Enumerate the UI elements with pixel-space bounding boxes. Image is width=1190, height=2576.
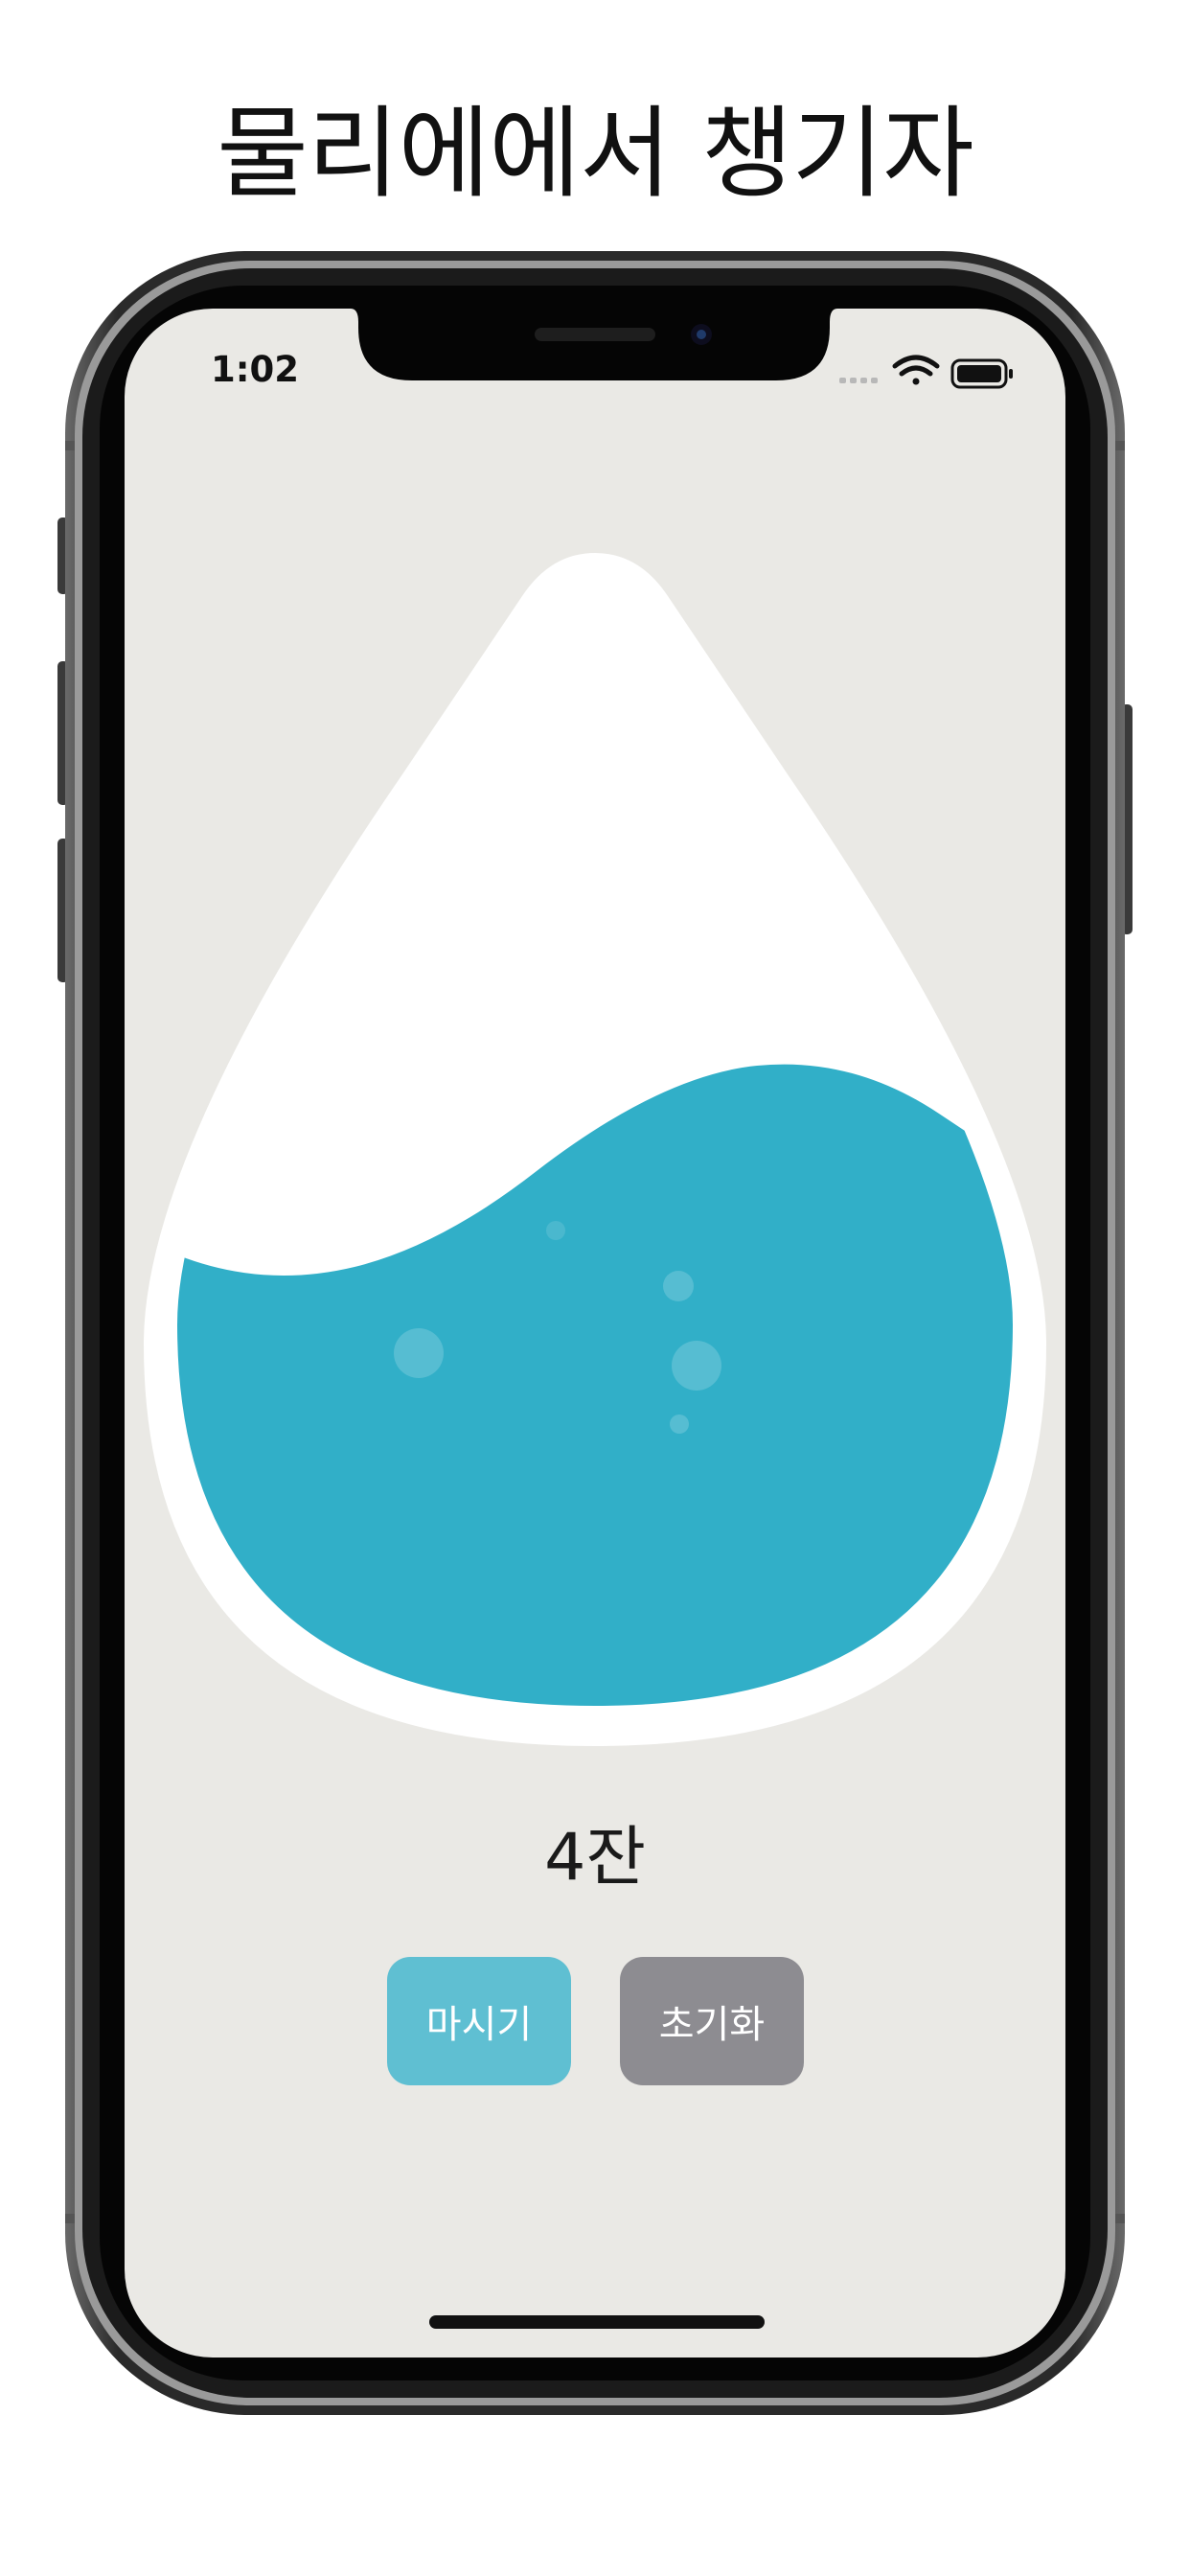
bubble [663, 1271, 694, 1301]
home-indicator[interactable] [429, 2315, 765, 2329]
cup-counter: 4잔 [544, 1820, 646, 1896]
reset-button[interactable]: 초기화 [620, 1957, 804, 2085]
water-drop-graphic [144, 553, 1046, 1746]
app-screen: 1:02 4잔 마시기 초기화 [125, 309, 1065, 2358]
bubble [394, 1328, 444, 1378]
bubble [546, 1221, 565, 1240]
drink-button[interactable]: 마시기 [387, 1957, 571, 2085]
bubble [672, 1341, 721, 1391]
bubble [670, 1414, 689, 1434]
